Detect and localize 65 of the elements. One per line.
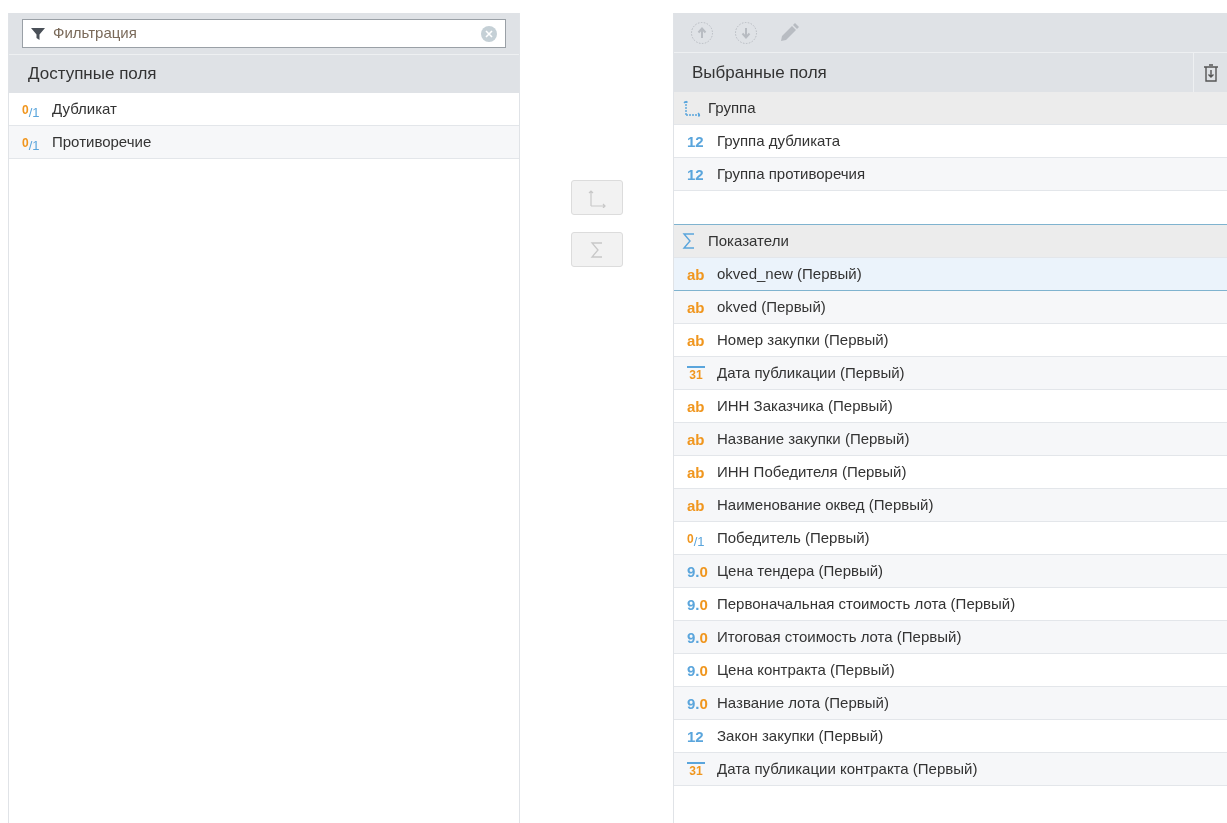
- field-type-icon: ab: [687, 497, 711, 513]
- field-type-icon: ab: [687, 398, 711, 414]
- panel-title: Выбранные поля: [691, 61, 828, 84]
- field-type-icon: 12: [687, 728, 711, 744]
- field-type-icon: ab: [687, 431, 711, 447]
- trash-icon[interactable]: [1202, 62, 1219, 83]
- field-type-icon: ab: [687, 299, 711, 315]
- field-row[interactable]: ab okved_new (Первый): [674, 258, 1227, 291]
- field-label: Противоречие: [52, 131, 152, 152]
- field-row[interactable]: 0/1 Противоречие: [9, 126, 519, 159]
- axes-icon: [682, 99, 702, 117]
- field-label: Наименование оквед (Первый): [717, 494, 934, 515]
- section-title: Группа: [708, 97, 756, 118]
- field-type-icon: 9.0: [687, 662, 711, 678]
- field-type-icon: 9.0: [687, 695, 711, 711]
- field-label: Победитель (Первый): [717, 527, 870, 548]
- field-label: Номер закупки (Первый): [717, 329, 889, 350]
- field-row[interactable]: 9.0 Цена тендера (Первый): [674, 555, 1227, 588]
- field-label: okved (Первый): [717, 296, 826, 317]
- field-row[interactable]: 12 Группа противоречия: [674, 158, 1227, 191]
- field-type-icon: ab: [687, 266, 711, 282]
- add-group-button[interactable]: [570, 180, 623, 215]
- panel-title: Доступные поля: [28, 63, 157, 86]
- add-measure-button[interactable]: [570, 232, 623, 267]
- move-down-icon[interactable]: [734, 20, 758, 45]
- field-type-icon: 9.0: [687, 629, 711, 645]
- field-row[interactable]: ab Название закупки (Первый): [674, 423, 1227, 456]
- field-label: ИНН Заказчика (Первый): [717, 395, 893, 416]
- field-row[interactable]: 31 Дата публикации (Первый): [674, 357, 1227, 390]
- field-type-icon: ab: [687, 464, 711, 480]
- sigma-icon: [682, 232, 696, 250]
- field-type-icon: 12: [687, 133, 711, 149]
- field-label: Дубликат: [52, 98, 117, 119]
- filter-field[interactable]: Фильтрация: [22, 19, 506, 48]
- field-label: Название лота (Первый): [717, 692, 889, 713]
- field-type-icon: ab: [687, 332, 711, 348]
- field-row[interactable]: ab Наименование оквед (Первый): [674, 489, 1227, 522]
- pencil-icon[interactable]: [778, 21, 800, 44]
- field-label: Итоговая стоимость лота (Первый): [717, 626, 962, 647]
- move-up-icon[interactable]: [690, 20, 714, 45]
- field-label: Закон закупки (Первый): [717, 725, 884, 746]
- field-row[interactable]: 9.0 Название лота (Первый): [674, 687, 1227, 720]
- field-label: okved_new (Первый): [717, 263, 862, 284]
- field-type-icon: 12: [687, 166, 711, 182]
- section-title: Показатели: [708, 230, 789, 251]
- field-row[interactable]: 9.0 Итоговая стоимость лота (Первый): [674, 621, 1227, 654]
- field-label: Цена контракта (Первый): [717, 659, 895, 680]
- clear-icon[interactable]: [481, 25, 497, 42]
- field-label: ИНН Победителя (Первый): [717, 461, 907, 482]
- field-label: Дата публикации контракта (Первый): [717, 758, 978, 779]
- field-label: Группа дубликата: [717, 130, 841, 151]
- field-label: Группа противоречия: [717, 163, 866, 184]
- field-type-icon: 9.0: [687, 596, 711, 612]
- field-label: Первоначальная стоимость лота (Первый): [717, 593, 1016, 614]
- filter-icon: [31, 26, 45, 41]
- field-type-icon: 0/1: [22, 102, 46, 116]
- field-label: Дата публикации (Первый): [717, 362, 905, 383]
- sigma-icon: [589, 240, 604, 259]
- field-type-icon: 0/1: [687, 531, 711, 545]
- field-row[interactable]: 31 Дата публикации контракта (Первый): [674, 753, 1227, 786]
- field-label: Название закупки (Первый): [717, 428, 910, 449]
- field-type-icon: 9.0: [687, 563, 711, 579]
- field-label: Цена тендера (Первый): [717, 560, 884, 581]
- field-type-icon: 0/1: [22, 135, 46, 149]
- field-row[interactable]: ab okved (Первый): [674, 291, 1227, 324]
